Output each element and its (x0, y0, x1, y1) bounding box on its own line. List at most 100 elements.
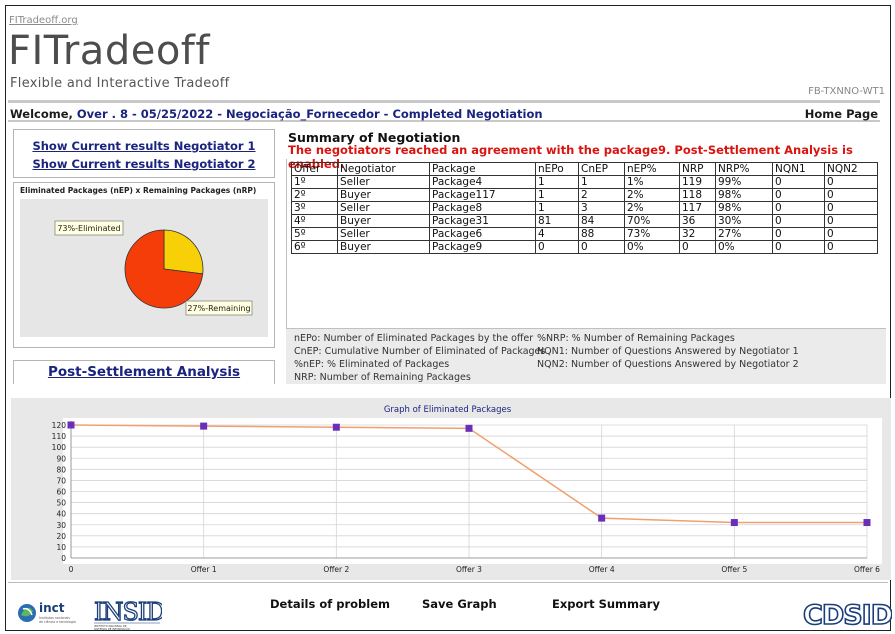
table-cell: Package4 (429, 175, 536, 189)
show-results-negotiator-1-link[interactable]: Show Current results Negotiator 1 (14, 139, 274, 153)
app-logo-subtitle: Flexible and Interactive Tradeoff (10, 76, 230, 91)
table-cell: 98% (715, 188, 773, 202)
table-cell: 0 (824, 201, 878, 215)
pie-label-remaining: 27%-Remaining (185, 300, 253, 316)
pie-slice-remaining (163, 229, 204, 275)
table-cell: Package9 (429, 240, 536, 254)
table-cell: Package31 (429, 214, 536, 228)
table-cell: 2% (624, 188, 680, 202)
welcome-bar: Welcome, Over . 8 - 05/25/2022 - Negocia… (8, 100, 880, 122)
table-cell: 70% (624, 214, 680, 228)
table-cell: Buyer (337, 214, 430, 228)
legend-area: nEPo: Number of Eliminated Packages by t… (286, 329, 886, 384)
site-link[interactable]: FITradeoff.org (9, 15, 78, 26)
table-header-cell: Package (429, 162, 536, 176)
table-cell: 1 (535, 175, 579, 189)
save-graph-button[interactable]: Save Graph (422, 597, 497, 611)
table-cell: 0 (772, 227, 825, 241)
table-cell: 0 (679, 240, 716, 254)
table-cell: 0 (772, 188, 825, 202)
table-row: 2º Buyer Package117 1 2 2% 118 98% 0 0 (291, 188, 878, 202)
table-cell: 0 (772, 214, 825, 228)
export-summary-button[interactable]: Export Summary (552, 597, 660, 611)
svg-text:de ciência e tecnologia: de ciência e tecnologia (39, 620, 76, 624)
home-page-link[interactable]: Home Page (805, 107, 878, 121)
table-cell: 3º (291, 201, 338, 215)
table-row: 6º Buyer Package9 0 0 0% 0 0% 0 0 (291, 240, 878, 254)
pie-chart-box: Eliminated Packages (nEP) x Remaining Pa… (13, 182, 275, 348)
table-header-row: Offer Negotiator Package nEPo CnEP nEP% NRP NRP… (291, 162, 878, 176)
graph-title: Graph of Eliminated Packages (383, 405, 512, 415)
pie-slices (124, 229, 204, 309)
table-cell: 0 (578, 240, 625, 254)
table-header-cell: nEP% (624, 162, 680, 176)
table-cell: 84 (578, 214, 625, 228)
welcome-prefix: Welcome, (10, 107, 77, 121)
legend-item: CnEP: Cumulative Number of Eliminated of… (294, 346, 546, 357)
table-cell: Buyer (337, 240, 430, 254)
table-header-cell: Offer (291, 162, 338, 176)
table-cell: 3 (578, 201, 625, 215)
table-cell: Buyer (337, 188, 430, 202)
table-cell: 2% (624, 201, 680, 215)
table-cell: Seller (337, 175, 430, 189)
table-cell: Seller (337, 201, 430, 215)
table-cell: 0 (772, 175, 825, 189)
svg-text:inct: inct (39, 601, 65, 615)
svg-text:INSID: INSID (94, 598, 162, 626)
table-cell: 0 (824, 214, 878, 228)
negotiator-links-box: Show Current results Negotiator 1 Show C… (13, 129, 275, 178)
table-cell: 36 (679, 214, 716, 228)
inct-logo: inct Institutos nacionais de ciência e t… (18, 601, 76, 624)
negotiation-info: Over . 8 - 05/25/2022 - Negociação_Forne… (76, 107, 543, 121)
page-code: FB-TXNNO-WT1 (808, 86, 885, 97)
table-cell: 98% (715, 201, 773, 215)
table-cell: 6º (291, 240, 338, 254)
table-cell: 32 (679, 227, 716, 241)
table-cell: 118 (679, 188, 716, 202)
table-cell: 2º (291, 188, 338, 202)
table-header-cell: Negotiator (337, 162, 430, 176)
cdsid-logo: CDSID (802, 599, 892, 632)
table-row: 1º Seller Package4 1 1 1% 119 99% 0 0 (291, 175, 878, 189)
table-cell: 1% (624, 175, 680, 189)
table-cell: 0 (772, 201, 825, 215)
table-cell: 2 (578, 188, 625, 202)
show-results-negotiator-2-link[interactable]: Show Current results Negotiator 2 (14, 157, 274, 171)
legend-item: %nEP: % Eliminated of Packages (294, 359, 450, 370)
table-cell: 4 (535, 227, 579, 241)
table-cell: 0% (715, 240, 773, 254)
table-cell: 1 (535, 201, 579, 215)
table-cell: 99% (715, 175, 773, 189)
table-cell: 0 (824, 188, 878, 202)
table-cell: 81 (535, 214, 579, 228)
table-cell: 0 (772, 240, 825, 254)
table-cell: 1º (291, 175, 338, 189)
pie-chart-area: 73%-Eliminated 27%-Remaining (20, 199, 268, 337)
legend-item: %NRP: % Number of Remaining Packages (537, 333, 735, 344)
legend-item: NRP: Number of Remaining Packages (294, 372, 471, 383)
svg-text:27%-Remaining: 27%-Remaining (187, 304, 250, 313)
table-row: 3º Seller Package8 1 3 2% 117 98% 0 0 (291, 201, 878, 215)
table-cell: 88 (578, 227, 625, 241)
legend-item: NQN1: Number of Questions Answered by Ne… (537, 346, 799, 357)
table-header-cell: NQN2 (824, 162, 878, 176)
table-cell: 4º (291, 214, 338, 228)
table-cell: 1 (578, 175, 625, 189)
table-cell: 119 (679, 175, 716, 189)
table-cell: Package8 (429, 201, 536, 215)
table-cell: 1 (535, 188, 579, 202)
pie-chart-title: Eliminated Packages (nEP) x Remaining Pa… (20, 186, 257, 195)
table-cell: 0 (824, 227, 878, 241)
table-header-cell: NRP% (715, 162, 773, 176)
table-cell: 30% (715, 214, 773, 228)
details-of-problem-button[interactable]: Details of problem (270, 597, 390, 611)
post-settlement-analysis-link[interactable]: Post-Settlement Analysis (14, 364, 274, 380)
table-header-cell: nEPo (535, 162, 579, 176)
table-row: 4º Buyer Package31 81 84 70% 36 30% 0 0 (291, 214, 878, 228)
post-settlement-box: Post-Settlement Analysis (13, 360, 275, 384)
table-cell: Package117 (429, 188, 536, 202)
insid-logo: INSID INSTITUTO NACIONAL DE SISTEMAS DE … (93, 597, 162, 630)
table-cell: 0% (624, 240, 680, 254)
table-cell: 5º (291, 227, 338, 241)
